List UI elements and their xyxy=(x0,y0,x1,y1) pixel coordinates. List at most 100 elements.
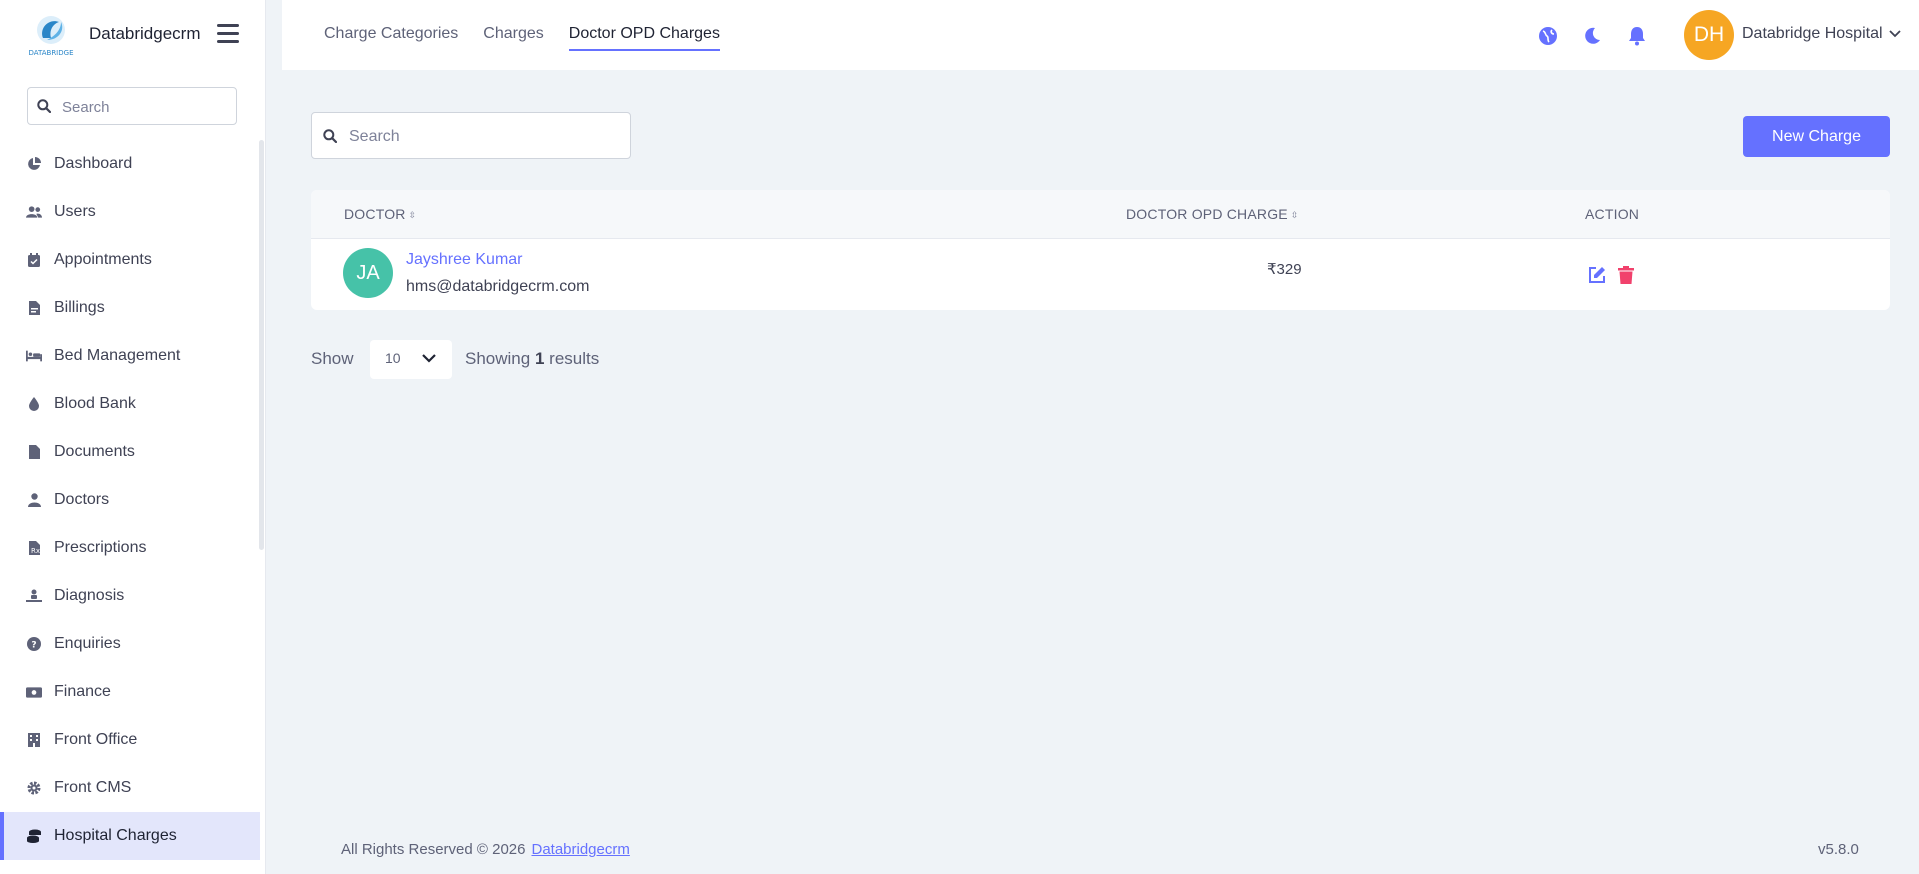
sidebar-search-input[interactable] xyxy=(60,94,234,120)
sidebar-item-label: Appointments xyxy=(54,251,152,268)
bed-icon xyxy=(26,348,42,364)
sidebar-item-label: Front Office xyxy=(54,731,138,748)
sidebar-item-label: Billings xyxy=(54,299,105,316)
sidebar-item-label: Prescriptions xyxy=(54,539,147,556)
results-prefix: Showing xyxy=(465,349,531,368)
prescription-icon: Rx xyxy=(26,540,42,556)
footer-link[interactable]: Databridgecrm xyxy=(531,841,629,858)
sidebar-item-documents[interactable]: Documents xyxy=(0,428,260,476)
svg-text:?: ? xyxy=(31,641,36,651)
show-label: Show xyxy=(311,349,354,368)
sidebar-item-front-cms[interactable]: Front CMS xyxy=(0,764,260,812)
sidebar-search[interactable] xyxy=(27,87,237,125)
diagnoses-icon xyxy=(26,588,42,604)
tab-charge-categories[interactable]: Charge Categories xyxy=(324,25,458,51)
sort-icon: ⇳ xyxy=(1290,209,1299,220)
per-page-value: 10 xyxy=(385,350,401,366)
delete-icon[interactable] xyxy=(1617,266,1635,284)
brand-name: Databridgecrm xyxy=(89,24,201,43)
table-search[interactable] xyxy=(311,112,631,159)
sidebar-item-label: Doctors xyxy=(54,491,110,508)
app-version: v5.8.0 xyxy=(1818,841,1859,858)
sidebar-item-label: Documents xyxy=(54,443,135,460)
doctor-avatar: JA xyxy=(343,248,393,298)
sidebar-item-label: Bed Management xyxy=(54,347,181,364)
sidebar-item-doctors[interactable]: Doctors xyxy=(0,476,260,524)
sidebar-item-label: Finance xyxy=(54,683,111,700)
user-avatar[interactable]: DH xyxy=(1684,10,1734,60)
user-doctor-icon xyxy=(26,492,42,508)
tab-charges[interactable]: Charges xyxy=(483,25,543,51)
doctor-opd-charges-table: DOCTOR ⇳ DOCTOR OPD CHARGE ⇳ ACTION JA Jay… xyxy=(311,190,1890,310)
footer-copyright: All Rights Reserved © 2026 Databridgecrm xyxy=(341,841,630,858)
gear-icon xyxy=(26,780,42,796)
menu-toggle-icon[interactable] xyxy=(217,24,239,44)
sidebar-item-label: Users xyxy=(54,203,96,220)
sidebar-item-label: Blood Bank xyxy=(54,395,136,412)
file-invoice-icon xyxy=(26,300,42,316)
brand-logo[interactable]: DATABRIDGE xyxy=(25,12,77,58)
sidebar-item-billings[interactable]: Billings xyxy=(0,284,260,332)
sidebar-item-label: Enquiries xyxy=(54,635,121,652)
table-search-input[interactable] xyxy=(347,124,621,150)
sidebar-item-dashboard[interactable]: Dashboard xyxy=(0,140,260,188)
chevron-down-icon xyxy=(1889,30,1901,38)
results-suffix: results xyxy=(549,349,600,368)
moon-icon[interactable] xyxy=(1582,26,1602,46)
file-icon xyxy=(26,444,42,460)
sidebar-item-appointments[interactable]: Appointments xyxy=(0,236,260,284)
users-icon xyxy=(26,204,42,220)
user-name: Databridge Hospital xyxy=(1742,25,1883,42)
opd-charge-value: ₹329 xyxy=(1267,261,1302,278)
new-charge-button[interactable]: New Charge xyxy=(1743,116,1890,157)
tab-doctor-opd-charges[interactable]: Doctor OPD Charges xyxy=(568,25,720,51)
sidebar-item-users[interactable]: Users xyxy=(0,188,260,236)
results-number: 1 xyxy=(534,349,545,368)
svg-text:Rx: Rx xyxy=(31,547,40,555)
column-doctor[interactable]: DOCTOR ⇳ xyxy=(344,206,416,222)
coins-icon xyxy=(26,828,42,844)
sidebar-item-bed-management[interactable]: Bed Management xyxy=(0,332,260,380)
sidebar-scrollbar[interactable] xyxy=(259,140,264,550)
sidebar-nav: Dashboard Users Appointments Billings Be… xyxy=(0,140,262,860)
calendar-check-icon xyxy=(26,252,42,268)
results-count: Showing 1 results xyxy=(465,349,599,369)
svg-text:DATABRIDGE: DATABRIDGE xyxy=(28,49,73,57)
chart-pie-icon xyxy=(26,156,42,172)
bell-icon[interactable] xyxy=(1627,26,1647,46)
sidebar-item-label: Front CMS xyxy=(54,779,132,796)
sidebar-item-blood-bank[interactable]: Blood Bank xyxy=(0,380,260,428)
sidebar-item-front-office[interactable]: Front Office xyxy=(0,716,260,764)
sidebar-item-prescriptions[interactable]: Rx Prescriptions xyxy=(0,524,260,572)
per-page-select[interactable]: 10 xyxy=(370,340,452,379)
sidebar-item-label: Diagnosis xyxy=(54,587,125,604)
sidebar-item-enquiries[interactable]: ? Enquiries xyxy=(0,620,260,668)
droplet-icon xyxy=(26,396,42,412)
sidebar: DATABRIDGE Databridgecrm Dashboard Users… xyxy=(0,0,266,874)
globe-icon[interactable] xyxy=(1538,26,1558,46)
edit-icon[interactable] xyxy=(1588,266,1606,284)
sidebar-item-hospital-charges[interactable]: Hospital Charges xyxy=(0,812,260,860)
table-header: DOCTOR ⇳ DOCTOR OPD CHARGE ⇳ ACTION xyxy=(311,190,1890,239)
sidebar-item-label: Dashboard xyxy=(54,155,133,172)
column-label: DOCTOR xyxy=(344,206,406,222)
search-icon xyxy=(37,99,51,113)
chevron-down-icon xyxy=(422,354,436,363)
copyright-text: All Rights Reserved © 2026 xyxy=(341,841,526,858)
sidebar-item-finance[interactable]: Finance xyxy=(0,668,260,716)
doctor-name-link[interactable]: Jayshree Kumar xyxy=(406,251,523,269)
top-bar: Charge Categories Charges Doctor OPD Cha… xyxy=(282,0,1919,70)
sort-icon: ⇳ xyxy=(408,209,417,220)
user-menu[interactable]: Databridge Hospital xyxy=(1742,25,1901,43)
money-bill-icon xyxy=(26,684,42,700)
sidebar-item-diagnosis[interactable]: Diagnosis xyxy=(0,572,260,620)
doctor-email: hms@databridgecrm.com xyxy=(406,278,590,295)
search-icon xyxy=(323,129,337,143)
brand: DATABRIDGE Databridgecrm xyxy=(0,0,265,70)
table-row: JA Jayshree Kumar hms@databridgecrm.com … xyxy=(311,239,1890,310)
column-action: ACTION xyxy=(1585,206,1640,222)
building-icon xyxy=(26,732,42,748)
column-doctor-opd-charge[interactable]: DOCTOR OPD CHARGE ⇳ xyxy=(1126,206,1299,222)
sidebar-item-label: Hospital Charges xyxy=(54,827,177,844)
column-label: DOCTOR OPD CHARGE xyxy=(1126,206,1288,222)
